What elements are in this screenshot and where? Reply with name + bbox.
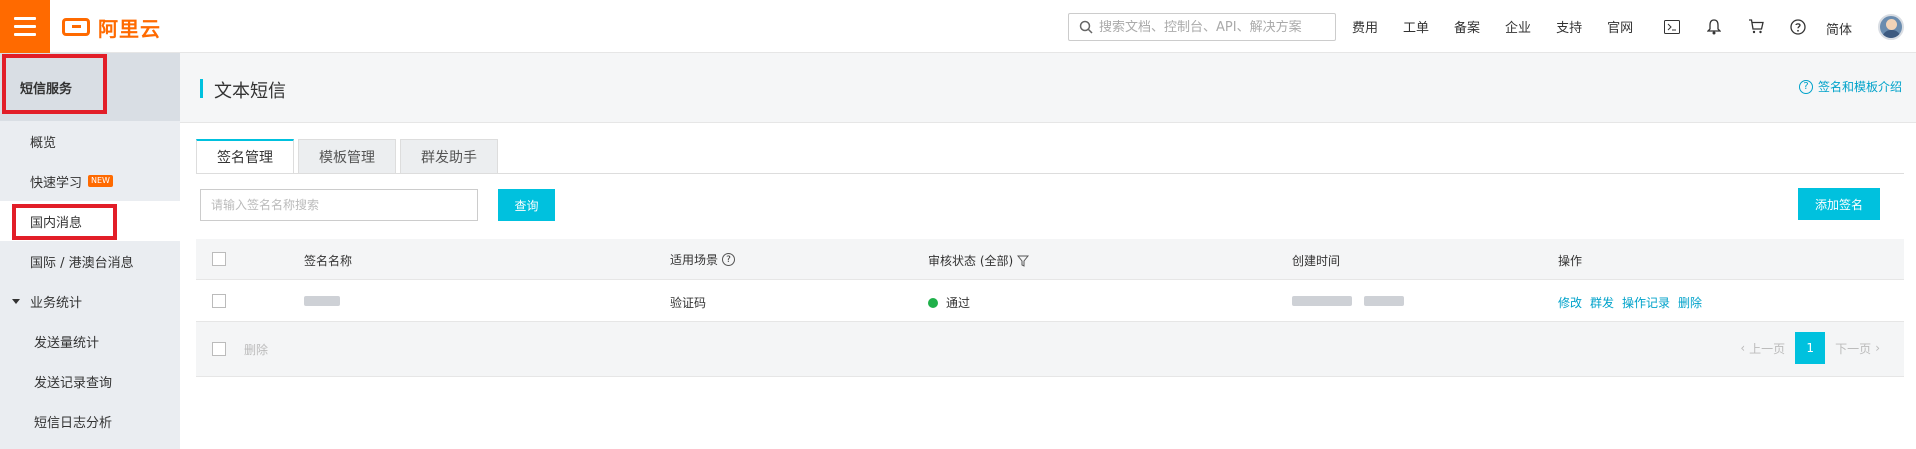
row-status-label: 通过 (946, 296, 971, 310)
sidebar-item-label: 概览 (30, 135, 57, 151)
top-nav: 费用 工单 备案 企业 支持 官网 (1352, 0, 1658, 53)
filter-icon[interactable] (1017, 255, 1030, 267)
sidebar-item-label: 短信日志分析 (34, 415, 113, 431)
header-name: 签名名称 (304, 254, 353, 268)
terminal-icon[interactable] (1662, 17, 1682, 37)
tabs: 签名管理 模板管理 群发助手 (196, 139, 502, 174)
nav-icp[interactable]: 备案 (1454, 17, 1480, 36)
created-time-redacted (1292, 296, 1404, 306)
prev-page-button[interactable]: ‹ 上一页 (1730, 340, 1795, 357)
logo-mark-icon (62, 18, 90, 36)
aliyun-logo[interactable]: 阿里云 (62, 14, 161, 41)
tab-templates[interactable]: 模板管理 (298, 139, 396, 174)
nav-enterprise[interactable]: 企业 (1505, 17, 1531, 36)
prev-page-label: 上一页 (1749, 341, 1786, 356)
global-search[interactable] (1068, 13, 1336, 41)
help-icon[interactable] (1788, 17, 1808, 37)
language-switch[interactable]: 简体 (1826, 19, 1852, 38)
row-status: 通过 (928, 294, 970, 311)
sidebar-item-quick-learn[interactable]: 快速学习 NEW (0, 161, 180, 201)
page-title: 文本短信 (200, 77, 286, 103)
signature-search-input[interactable] (200, 189, 478, 221)
select-all-checkbox[interactable] (212, 252, 226, 266)
main-content: 文本短信 ? 签名和模板介绍 签名管理 模板管理 群发助手 查询 添加签名 签名… (180, 53, 1916, 449)
tab-signatures[interactable]: 签名管理 (196, 139, 294, 174)
global-search-input[interactable] (1099, 19, 1335, 35)
status-ok-icon (928, 297, 938, 308)
header-actions: 操作 (1558, 254, 1583, 268)
bell-icon[interactable] (1704, 17, 1724, 37)
question-icon: ? (1798, 79, 1813, 94)
sidebar-item-international[interactable]: 国际 / 港澳台消息 (0, 241, 180, 281)
sidebar-group-stats[interactable]: 业务统计 (0, 281, 180, 321)
intro-link[interactable]: ? 签名和模板介绍 (1798, 78, 1902, 95)
sidebar-item-label: 发送记录查询 (34, 375, 113, 391)
edit-link[interactable]: 修改 (1558, 294, 1582, 311)
header-status-label: 审核状态 (全部) (928, 254, 1014, 268)
highlight-box-sidebar-title (2, 54, 107, 114)
nav-official-site[interactable]: 官网 (1607, 17, 1633, 36)
sidebar-item-label: 国际 / 港澳台消息 (30, 255, 134, 271)
logo-text: 阿里云 (98, 16, 161, 41)
sidebar-item-overview[interactable]: 概览 (0, 121, 180, 161)
menu-icon[interactable] (0, 0, 50, 53)
delete-link[interactable]: 删除 (1678, 294, 1702, 311)
bulk-send-link[interactable]: 群发 (1590, 294, 1614, 311)
nav-fees[interactable]: 费用 (1352, 17, 1378, 36)
operation-log-link[interactable]: 操作记录 (1622, 294, 1670, 311)
sidebar-item-send-records[interactable]: 发送记录查询 (0, 361, 180, 401)
table-footer: 删除 ‹ 上一页 1 下一页 › (196, 322, 1904, 377)
header-status: 审核状态 (全部) (928, 252, 1030, 269)
query-button[interactable]: 查询 (498, 189, 555, 221)
sidebar-item-label: 业务统计 (30, 295, 83, 311)
table-header: 签名名称 适用场景 ? 审核状态 (全部) 创建时间 操作 (196, 239, 1904, 280)
row-checkbox[interactable] (212, 294, 226, 308)
tab-divider (196, 173, 1904, 174)
chevron-left-icon: ‹ (1740, 341, 1746, 355)
tab-bulk-send[interactable]: 群发助手 (400, 139, 498, 174)
sidebar-item-label: 快速学习 (30, 175, 83, 191)
footer-select-all-checkbox[interactable] (212, 342, 226, 356)
page-header: 文本短信 ? 签名和模板介绍 (180, 53, 1916, 123)
signature-name-redacted (304, 296, 340, 306)
row-scene: 验证码 (670, 296, 707, 310)
cart-icon[interactable] (1746, 17, 1766, 37)
current-page-button[interactable]: 1 (1795, 332, 1826, 364)
nav-tickets[interactable]: 工单 (1403, 17, 1429, 36)
caret-down-icon (12, 298, 20, 304)
row-actions: 修改 群发 操作记录 删除 (1558, 294, 1710, 311)
header-scene: 适用场景 ? (670, 251, 736, 268)
sidebar-item-log-analysis[interactable]: 短信日志分析 (0, 401, 180, 441)
next-page-button[interactable]: 下一页 › (1825, 340, 1890, 357)
sidebar-item-label: 发送量统计 (34, 335, 100, 351)
header-created: 创建时间 (1292, 254, 1341, 268)
nav-support[interactable]: 支持 (1556, 17, 1582, 36)
table-row: 验证码 通过 修改 群发 操作记录 删除 (196, 280, 1904, 322)
add-signature-button[interactable]: 添加签名 (1798, 188, 1880, 220)
question-icon[interactable]: ? (722, 253, 736, 266)
top-bar: 阿里云 费用 工单 备案 企业 支持 官网 简体 (0, 0, 1916, 53)
highlight-box-domestic (12, 204, 117, 240)
chevron-right-icon: › (1875, 341, 1880, 355)
pagination: ‹ 上一页 1 下一页 › (1730, 332, 1890, 364)
user-avatar[interactable] (1878, 14, 1904, 40)
intro-link-label: 签名和模板介绍 (1817, 80, 1902, 94)
next-page-label: 下一页 (1835, 341, 1872, 356)
top-icons (1662, 0, 1808, 53)
new-badge: NEW (88, 175, 113, 187)
sidebar-item-send-stats[interactable]: 发送量统计 (0, 321, 180, 361)
signature-table: 签名名称 适用场景 ? 审核状态 (全部) 创建时间 操作 验证码 通过 修改 … (196, 239, 1904, 377)
bulk-delete-button[interactable]: 删除 (244, 341, 268, 358)
search-icon (1079, 20, 1093, 34)
header-scene-label: 适用场景 (670, 253, 719, 267)
